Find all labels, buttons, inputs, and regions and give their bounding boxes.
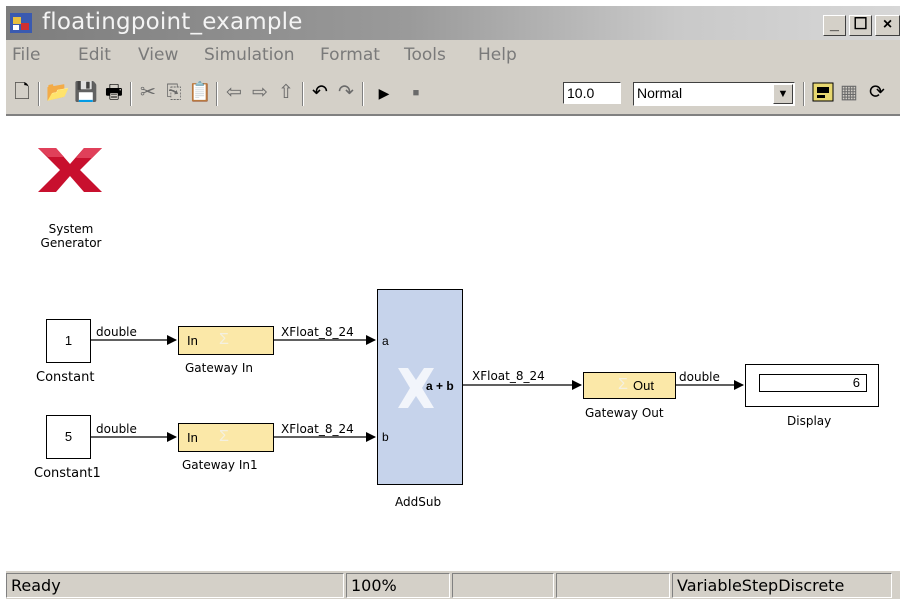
save-icon[interactable]: 💾 bbox=[74, 80, 98, 106]
xilinx-watermark-icon: Σ bbox=[618, 376, 628, 393]
menu-tools[interactable]: Tools bbox=[404, 45, 446, 65]
refresh-icon[interactable]: ⟳ bbox=[865, 80, 889, 106]
constant-label: Constant bbox=[36, 370, 95, 385]
close-button[interactable]: × bbox=[875, 15, 900, 36]
title-bar[interactable]: floatingpoint_example _ ☐ × bbox=[6, 6, 900, 40]
constant1-block[interactable]: 5 bbox=[46, 415, 91, 459]
maximize-button[interactable]: ☐ bbox=[849, 15, 872, 36]
chevron-down-icon[interactable]: ▼ bbox=[773, 84, 793, 104]
model-canvas[interactable]: System Generator 1 Constant 5 Constant1 … bbox=[6, 116, 900, 571]
toolbar-separator bbox=[38, 82, 40, 106]
system-generator-label: System Generator bbox=[36, 222, 106, 250]
paste-icon[interactable]: 📋 bbox=[188, 80, 212, 106]
port-a-label: a bbox=[382, 334, 389, 348]
menu-bar: File Edit View Simulation Format Tools H… bbox=[6, 40, 900, 72]
redo-icon[interactable]: ↷ bbox=[334, 80, 358, 106]
toolbar-separator bbox=[130, 82, 132, 106]
gateway-out-port: Out bbox=[633, 378, 654, 393]
signal-label: XFloat_8_24 bbox=[472, 369, 545, 383]
menu-view[interactable]: View bbox=[138, 45, 178, 65]
status-empty-cell bbox=[556, 573, 670, 598]
constant1-value: 5 bbox=[64, 429, 73, 444]
menu-edit[interactable]: Edit bbox=[78, 45, 111, 65]
new-icon[interactable]: 🗋 bbox=[10, 80, 34, 106]
display-block[interactable]: 6 bbox=[745, 364, 879, 407]
display-label: Display bbox=[787, 414, 832, 428]
addsub-operation: a + b bbox=[426, 379, 454, 393]
stop-icon[interactable]: ■ bbox=[404, 80, 428, 106]
print-icon[interactable]: 🖶 bbox=[102, 80, 126, 106]
gateway-in1-label: Gateway In1 bbox=[182, 458, 258, 472]
signal-label: double bbox=[96, 422, 137, 436]
menu-help[interactable]: Help bbox=[478, 45, 517, 65]
status-state: Ready bbox=[6, 573, 344, 598]
open-folder-icon[interactable]: 📂 bbox=[46, 80, 70, 106]
gateway-out-label: Gateway Out bbox=[585, 406, 664, 420]
simulation-mode-value: Normal bbox=[637, 85, 683, 101]
gateway-out-block[interactable]: Σ Out bbox=[583, 372, 676, 399]
simulation-mode-select[interactable]: Normal ▼ bbox=[633, 82, 795, 106]
cut-icon[interactable]: ✂ bbox=[136, 80, 160, 106]
window-title: floatingpoint_example bbox=[42, 9, 303, 35]
constant-value: 1 bbox=[64, 333, 73, 348]
addsub-block[interactable]: a b a + b bbox=[377, 289, 463, 485]
status-empty-cell bbox=[452, 573, 554, 598]
addsub-label: AddSub bbox=[395, 495, 442, 509]
toolbar-separator bbox=[803, 82, 805, 106]
toolbar-separator bbox=[362, 82, 364, 106]
toolbar-separator bbox=[302, 82, 304, 106]
xilinx-watermark-icon: Σ bbox=[219, 331, 229, 348]
signal-label: double bbox=[679, 370, 720, 384]
signal-label: double bbox=[96, 325, 137, 339]
constant-block[interactable]: 1 bbox=[46, 319, 91, 363]
model-browser-icon[interactable] bbox=[811, 80, 835, 106]
up-arrow-icon[interactable]: ⇧ bbox=[274, 80, 298, 106]
status-zoom: 100% bbox=[346, 573, 450, 598]
status-solver: VariableStepDiscrete bbox=[672, 573, 892, 598]
xilinx-logo-icon[interactable] bbox=[34, 144, 106, 196]
gateway-in1-block[interactable]: In Σ bbox=[178, 423, 274, 452]
logo-label-line2: Generator bbox=[40, 236, 102, 250]
toolbar: 🗋 📂 💾 🖶 ✂ ⎘ 📋 ⇦ ⇨ ⇧ ↶ ↷ ▶ ■ 10.0 Normal … bbox=[6, 72, 900, 116]
gateway-in-port: In bbox=[187, 333, 198, 348]
status-bar: Ready 100% VariableStepDiscrete bbox=[6, 571, 900, 599]
gateway-in1-port: In bbox=[187, 430, 198, 445]
display-value: 6 bbox=[759, 374, 867, 392]
simulink-model-icon bbox=[10, 13, 32, 33]
forward-arrow-icon[interactable]: ⇨ bbox=[248, 80, 272, 106]
library-browser-icon[interactable]: ▦ bbox=[837, 80, 861, 106]
menu-file[interactable]: File bbox=[12, 45, 40, 65]
undo-icon[interactable]: ↶ bbox=[308, 80, 332, 106]
menu-format[interactable]: Format bbox=[320, 45, 380, 65]
signal-label: XFloat_8_24 bbox=[281, 422, 354, 436]
back-arrow-icon[interactable]: ⇦ bbox=[222, 80, 246, 106]
signal-label: XFloat_8_24 bbox=[281, 325, 354, 339]
xilinx-watermark-icon: Σ bbox=[219, 428, 229, 445]
minimize-button[interactable]: _ bbox=[823, 15, 846, 36]
constant1-label: Constant1 bbox=[34, 466, 101, 481]
port-b-label: b bbox=[382, 430, 389, 444]
stop-time-input[interactable]: 10.0 bbox=[563, 82, 621, 104]
gateway-in-label: Gateway In bbox=[185, 361, 253, 375]
gateway-in-block[interactable]: In Σ bbox=[178, 326, 274, 355]
logo-label-line1: System bbox=[48, 222, 94, 236]
toolbar-separator bbox=[216, 82, 218, 106]
menu-simulation[interactable]: Simulation bbox=[204, 45, 295, 65]
play-icon[interactable]: ▶ bbox=[372, 80, 396, 106]
copy-icon[interactable]: ⎘ bbox=[162, 80, 186, 106]
